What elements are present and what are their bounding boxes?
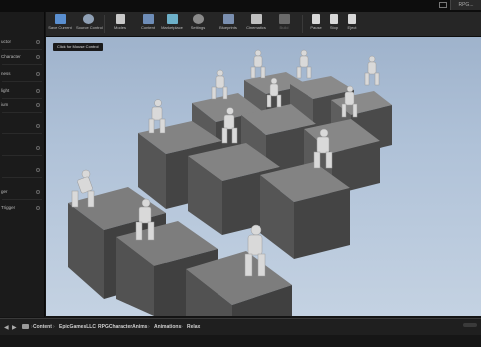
sidebar-item[interactable]: Trigger <box>0 202 44 214</box>
save-icon <box>54 14 66 24</box>
content-button[interactable]: Content <box>136 14 160 35</box>
divider <box>2 112 42 113</box>
level-viewport[interactable]: Click for Mouse Control <box>46 37 481 316</box>
settings-icon <box>192 14 204 24</box>
forward-arrow-icon[interactable]: ▶ <box>12 324 17 331</box>
divider <box>302 15 303 33</box>
info-icon <box>36 103 40 107</box>
info-icon <box>36 124 40 128</box>
marketplace-icon <box>166 14 178 24</box>
source-control-icon <box>82 14 94 24</box>
folder-icon[interactable] <box>22 324 29 329</box>
source-control-button[interactable]: Source Control <box>76 14 103 35</box>
cinematics-icon <box>250 14 262 24</box>
stop-icon <box>330 14 338 24</box>
sidebar-item[interactable]: uctor <box>0 36 44 48</box>
divider <box>2 199 42 200</box>
info-icon <box>36 40 40 44</box>
chevron-right-icon: › <box>92 324 94 330</box>
info-icon <box>36 206 40 210</box>
eject-icon <box>348 14 356 24</box>
character <box>296 49 312 79</box>
pause-icon <box>312 14 320 24</box>
sidebar-item[interactable] <box>0 164 44 176</box>
divider <box>2 155 42 156</box>
save-current-button[interactable]: Save Current <box>48 14 72 35</box>
character <box>148 99 166 134</box>
info-icon <box>36 72 40 76</box>
sidebar-item-label: Trigger <box>1 205 16 210</box>
sidebar-item-label: ness <box>1 71 11 76</box>
breadcrumb-item[interactable]: Content <box>33 323 52 332</box>
divider <box>2 64 42 65</box>
sidebar-item[interactable]: ness <box>0 68 44 80</box>
back-arrow-icon[interactable]: ◀ <box>4 324 9 331</box>
cinematics-button[interactable]: Cinematics <box>244 14 268 35</box>
sidebar-item[interactable] <box>0 120 44 132</box>
breadcrumb-item[interactable]: Animations <box>154 323 181 332</box>
sidebar-item-label: light <box>1 88 10 93</box>
build-icon <box>278 14 290 24</box>
breadcrumb-item[interactable]: Relax <box>187 323 200 332</box>
title-bar <box>0 0 481 12</box>
sidebar-item-label: Character <box>1 54 21 59</box>
panel-resize-handle[interactable] <box>463 323 477 327</box>
content-icon <box>142 14 154 24</box>
sidebar-item[interactable] <box>0 142 44 154</box>
content-browser-area <box>0 335 481 347</box>
settings-button[interactable]: Settings <box>186 14 210 35</box>
build-button[interactable]: Build <box>272 14 296 35</box>
divider <box>2 49 42 50</box>
modes-button[interactable]: Modes <box>108 14 132 35</box>
blueprints-button[interactable]: Blueprints <box>216 14 240 35</box>
info-icon <box>36 89 40 93</box>
blueprints-icon <box>222 14 234 24</box>
sidebar-item-label: ium <box>1 102 9 107</box>
place-actors-panel: uctor Character ness light ium ger Trigg… <box>0 12 45 317</box>
info-icon <box>36 168 40 172</box>
sidebar-item[interactable]: Character <box>0 51 44 63</box>
divider <box>2 133 42 134</box>
sidebar-item[interactable]: ger <box>0 186 44 198</box>
sidebar-item-label: ger <box>1 189 8 194</box>
info-icon <box>36 190 40 194</box>
window-icon[interactable] <box>439 2 447 8</box>
breadcrumb-item[interactable]: RPGCharacterAnims <box>98 323 147 332</box>
window-tab[interactable]: RPG... <box>450 0 481 10</box>
eject-button[interactable]: Eject <box>340 14 364 35</box>
scene-render <box>68 49 392 316</box>
divider <box>104 15 105 33</box>
info-icon <box>36 146 40 150</box>
main-toolbar: Save Current Source Control Modes Conten… <box>46 12 481 37</box>
character <box>364 55 380 86</box>
marketplace-button[interactable]: Marketplace <box>160 14 184 35</box>
chevron-right-icon: › <box>53 324 55 330</box>
mouse-control-hint[interactable]: Click for Mouse Control <box>53 43 103 51</box>
chevron-right-icon: › <box>148 324 150 330</box>
content-browser-path-bar: ◀ ▶ › Content › EpicGamesLLC › RPGCharac… <box>0 318 481 336</box>
character <box>211 69 228 100</box>
sidebar-item[interactable]: light <box>0 85 44 97</box>
sidebar-item[interactable]: ium <box>0 99 44 111</box>
sidebar-item-label: uctor <box>1 39 12 44</box>
divider <box>2 177 42 178</box>
info-icon <box>36 55 40 59</box>
divider <box>2 81 42 82</box>
character <box>250 49 266 79</box>
modes-icon <box>115 14 125 24</box>
breadcrumb-item[interactable]: EpicGamesLLC <box>59 323 96 332</box>
chevron-right-icon: › <box>181 324 183 330</box>
